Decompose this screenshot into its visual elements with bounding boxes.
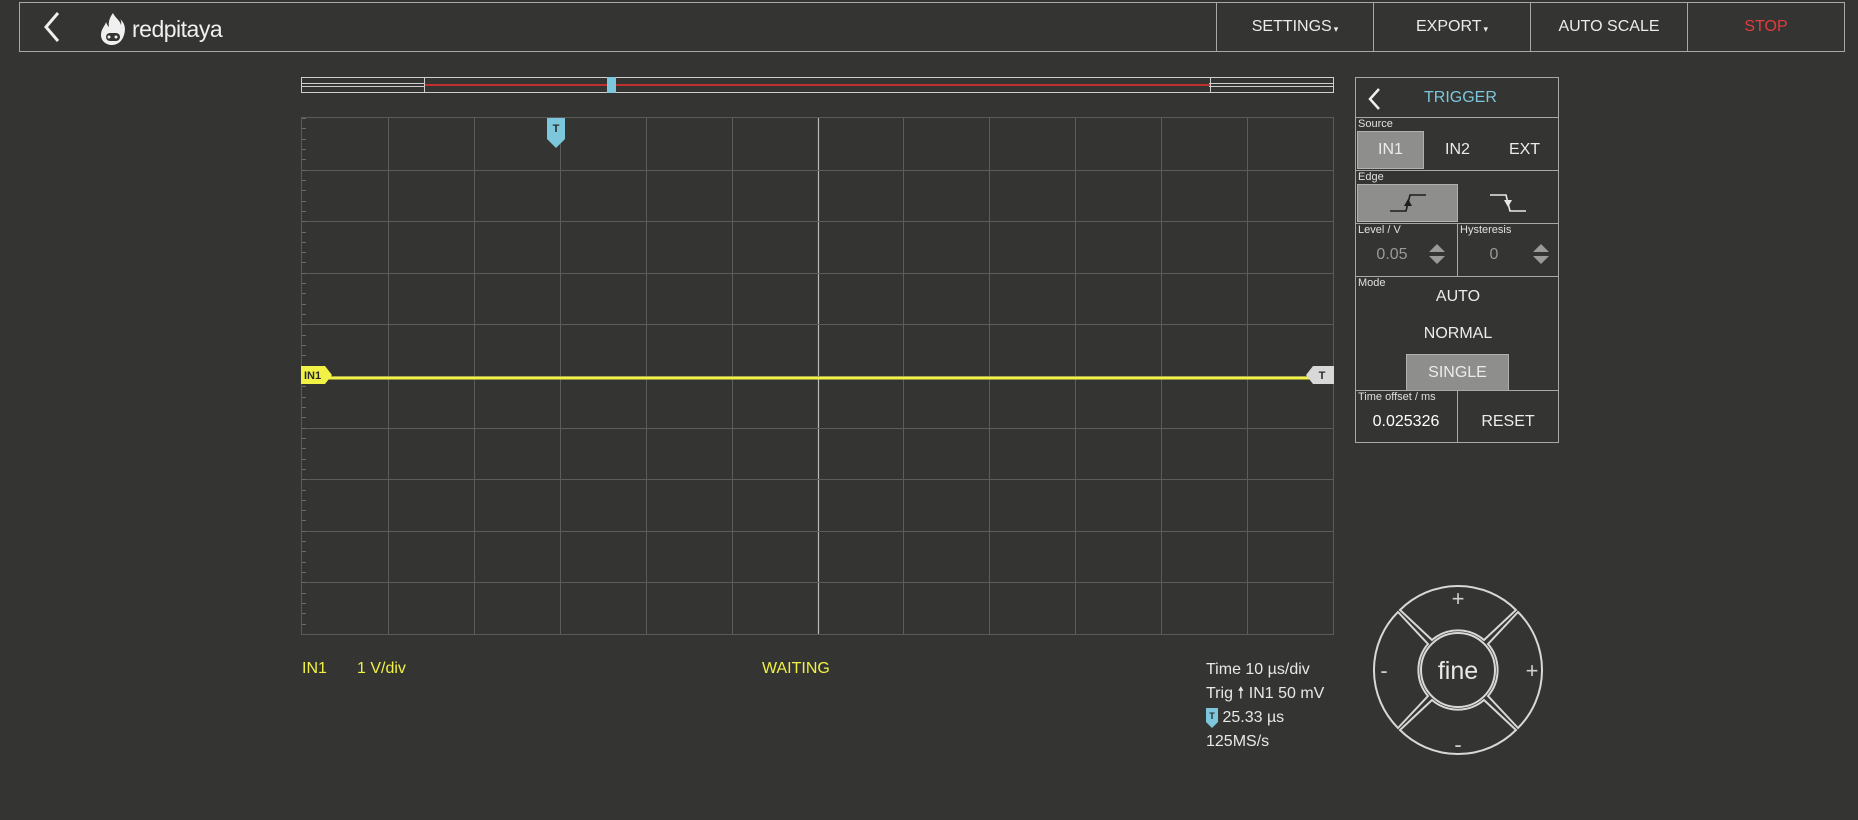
redpitaya-flame-icon [101, 13, 125, 45]
settings-menu[interactable]: SETTINGS ▾ [1216, 3, 1373, 51]
source-label: Source [1358, 118, 1393, 130]
trigger-badge-icon: T [1206, 707, 1218, 728]
channel-scale: 1 V/div [357, 660, 406, 677]
timeline-view-line [425, 84, 1210, 86]
caret-down-icon: ▾ [1483, 23, 1489, 34]
trigger-level-marker[interactable]: T [1305, 366, 1334, 384]
trigger-info-source: IN1 50 mV [1248, 685, 1325, 702]
trigger-panel-header: TRIGGER [1356, 78, 1558, 118]
time-offset-input[interactable]: 0.025326 [1358, 405, 1454, 439]
level-input[interactable]: 0.05 [1362, 238, 1422, 272]
mode-single-button[interactable]: SINGLE [1406, 354, 1509, 391]
trigger-info: Trig 🠕 IN1 50 mV [1206, 682, 1324, 706]
level-divider [1457, 224, 1458, 276]
level-spinner-icon[interactable] [1428, 242, 1446, 266]
top-menu: SETTINGS ▾ EXPORT ▾ AUTO SCALE STOP [1216, 3, 1844, 51]
svg-text:T: T [553, 123, 560, 135]
timeline-right-segment [1209, 83, 1333, 87]
time-offset-row: Time offset / ms 0.025326 RESET [1356, 390, 1558, 443]
settings-label: SETTINGS [1251, 18, 1332, 35]
sample-rate: 125MS/s [1206, 733, 1270, 750]
timeline-view-window [424, 78, 1211, 92]
falling-edge-icon [1489, 194, 1526, 212]
graph-grid [302, 118, 1333, 634]
top-bar: redpitaya SETTINGS ▾ EXPORT ▾ AUTO SCALE S… [19, 2, 1845, 52]
auto-scale-label: AUTO SCALE [1558, 18, 1660, 35]
time-info: Time 10 µs/div Trig 🠕 IN1 50 mV T 25.33 … [1206, 658, 1324, 754]
time-scale: Time 10 µs/div [1206, 661, 1310, 678]
oscilloscope-graph[interactable] [301, 117, 1334, 635]
trigger-info-label: Trig [1206, 685, 1233, 702]
level-label: Level / V [1358, 224, 1401, 236]
panel-back-chevron-icon[interactable] [1364, 86, 1386, 112]
caret-down-icon: ▾ [1333, 23, 1339, 34]
joystick-down-minus: - [1454, 732, 1461, 757]
level-row: Level / V Hysteresis 0.05 0 [1356, 223, 1558, 276]
mode-row: Mode AUTO NORMAL SINGLE [1356, 276, 1558, 391]
trigger-panel: TRIGGER Source IN1 IN2 EXT Edge Level / … [1355, 77, 1559, 443]
joystick-left-minus: - [1380, 658, 1387, 683]
trigger-time-marker[interactable]: T [546, 117, 566, 149]
joystick-right-plus: + [1526, 658, 1539, 683]
trigger-panel-title: TRIGGER [1424, 89, 1497, 106]
svg-text:IN1: IN1 [304, 370, 321, 382]
stop-label: STOP [1744, 18, 1788, 35]
edge-row: Edge [1356, 170, 1558, 223]
logo-text: redpitaya [132, 15, 223, 42]
svg-text:T: T [1209, 711, 1215, 721]
edge-falling-button[interactable] [1457, 184, 1558, 222]
fine-label: fine [1438, 657, 1478, 685]
in1-offset-marker[interactable]: IN1 [301, 366, 333, 384]
hysteresis-spinner-icon[interactable] [1532, 242, 1550, 266]
rising-edge-icon [1389, 194, 1426, 212]
trigger-offset: T 25.33 µs [1206, 706, 1324, 730]
joystick-up-plus: + [1452, 586, 1465, 611]
reset-button[interactable]: RESET [1458, 405, 1558, 439]
source-in1-button[interactable]: IN1 [1357, 131, 1424, 169]
export-label: EXPORT [1415, 18, 1482, 35]
redpitaya-logo: redpitaya [98, 11, 223, 47]
mode-normal-button[interactable]: NORMAL [1407, 317, 1509, 351]
timeline-left-segment [302, 83, 424, 87]
export-menu[interactable]: EXPORT ▾ [1373, 3, 1530, 51]
trigger-offset-value: 25.33 µs [1222, 709, 1285, 726]
arrow-up-icon: 🠕 [1237, 685, 1245, 702]
acquisition-state: WAITING [762, 660, 830, 677]
stop-button[interactable]: STOP [1687, 3, 1844, 51]
fine-joystick: fine + - - + [1366, 578, 1550, 762]
hysteresis-input[interactable]: 0 [1464, 238, 1524, 272]
channel-name: IN1 [302, 660, 327, 677]
time-offset-label: Time offset / ms [1358, 391, 1436, 403]
source-ext-button[interactable]: EXT [1491, 131, 1558, 169]
source-row: Source IN1 IN2 EXT [1356, 117, 1558, 170]
auto-scale-button[interactable]: AUTO SCALE [1530, 3, 1687, 51]
timeline-trigger-marker[interactable] [607, 77, 616, 93]
back-chevron-icon[interactable] [32, 9, 72, 45]
edge-label: Edge [1358, 171, 1384, 183]
edge-rising-button[interactable] [1357, 184, 1458, 222]
buffer-timeline[interactable] [301, 77, 1334, 93]
svg-text:T: T [1319, 370, 1326, 382]
hysteresis-label: Hysteresis [1460, 224, 1512, 236]
source-in2-button[interactable]: IN2 [1424, 131, 1491, 169]
mode-label: Mode [1358, 277, 1386, 289]
mode-auto-button[interactable]: AUTO [1407, 280, 1509, 314]
